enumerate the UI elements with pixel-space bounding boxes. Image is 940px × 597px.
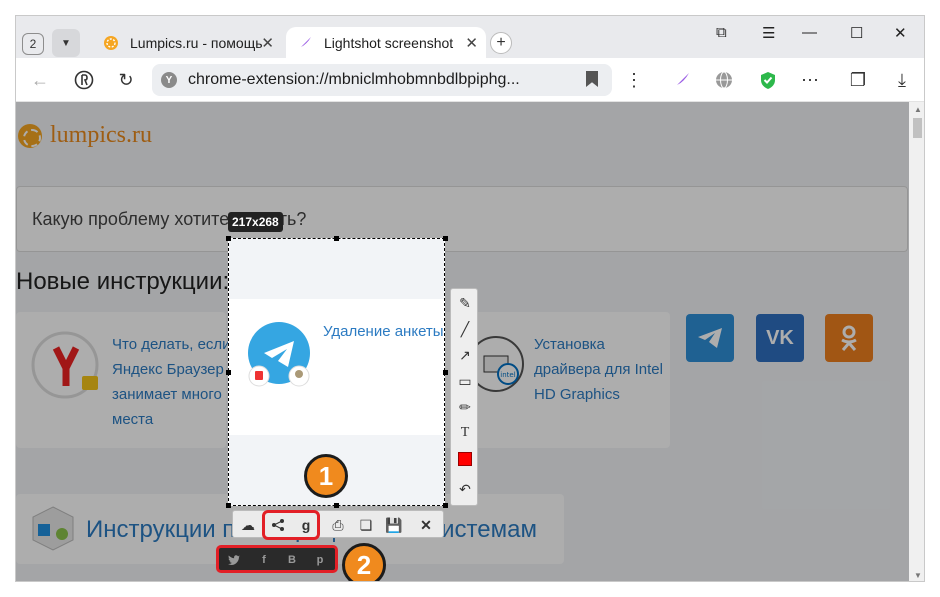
lightshot-extension-icon[interactable] — [670, 68, 694, 92]
resize-handle[interactable] — [334, 503, 339, 508]
twitter-icon[interactable] — [225, 552, 243, 568]
page-content: lumpics.ru Какую проблему хотите решить?… — [16, 102, 909, 581]
marker-icon[interactable]: ✏ — [455, 397, 475, 417]
back-icon[interactable]: ← — [28, 68, 52, 92]
arrow-icon[interactable]: ↗ — [455, 345, 475, 365]
tab-close-icon[interactable]: ✕ — [465, 34, 478, 52]
line-icon[interactable]: ╱ — [455, 319, 475, 339]
pen-icon[interactable]: ✎ — [455, 293, 475, 313]
page-scrollbar[interactable]: ▲ ▼ — [909, 102, 924, 581]
upload-cloud-icon[interactable]: ☁ — [237, 515, 259, 535]
resize-handle[interactable] — [226, 503, 231, 508]
download-icon[interactable]: ⤓ — [890, 68, 914, 92]
annotation-badge-1: 1 — [304, 454, 348, 498]
share-highlight-frame — [262, 510, 320, 540]
new-tab-button[interactable]: + — [490, 32, 512, 54]
article-card-2[interactable]: Удаление анкеты в Дайвинчике в Telegram — [229, 299, 444, 435]
address-bar[interactable]: Y chrome-extension://mbniclmhobmnbdlbpip… — [152, 64, 612, 96]
collections-icon[interactable]: ❐ — [846, 68, 870, 92]
bookmarks-panel-icon[interactable]: ⧉ — [716, 24, 727, 41]
telegram-avatar-icon — [247, 321, 311, 392]
maximize-icon[interactable]: ☐ — [850, 24, 863, 42]
copy-icon[interactable]: ❏ — [355, 515, 377, 535]
color-swatch — [458, 452, 472, 466]
address-text[interactable]: chrome-extension://mbniclmhobmnbdlbpiphg… — [188, 71, 520, 89]
resize-handle[interactable] — [226, 370, 231, 375]
site-info-icon[interactable]: Y — [161, 72, 177, 88]
lumpics-favicon-icon — [102, 34, 120, 52]
resize-handle[interactable] — [226, 236, 231, 241]
color-picker-icon[interactable] — [455, 449, 475, 469]
tab-close-icon[interactable]: ✕ — [261, 34, 274, 52]
close-icon[interactable]: ✕ — [415, 515, 437, 535]
print-icon[interactable]: ⎙ — [327, 515, 349, 535]
tab-menu-button[interactable]: ▼ — [52, 29, 80, 57]
chevron-down-icon: ▼ — [61, 37, 71, 49]
resize-handle[interactable] — [443, 370, 448, 375]
pinterest-icon[interactable]: p — [311, 552, 329, 568]
undo-icon[interactable]: ↶ — [455, 479, 475, 499]
article-title[interactable]: Удаление анкеты в Дайвинчике в Telegram — [323, 319, 444, 344]
save-icon[interactable]: 💾 — [383, 515, 405, 535]
scroll-thumb[interactable] — [913, 118, 922, 138]
scroll-up-icon[interactable]: ▲ — [914, 105, 922, 114]
resize-handle[interactable] — [443, 503, 448, 508]
annotation-badge-2: 2 — [342, 543, 386, 581]
resize-handle[interactable] — [443, 236, 448, 241]
scroll-down-icon[interactable]: ▼ — [914, 571, 922, 580]
tab-title: Lightshot screenshot — [324, 34, 454, 51]
navigation-toolbar: ← ↻ Y chrome-extension://mbniclmhobmnbdl… — [16, 58, 924, 102]
close-window-icon[interactable]: ✕ — [894, 24, 907, 42]
bookmark-icon[interactable] — [586, 71, 598, 87]
text-icon[interactable]: T — [455, 423, 475, 443]
resize-handle[interactable] — [334, 236, 339, 241]
tab-lumpics[interactable]: Lumpics.ru - помощь с ком ✕ — [92, 27, 282, 58]
more-icon[interactable]: ⋮ — [622, 68, 646, 92]
facebook-icon[interactable]: f — [255, 552, 273, 568]
minimize-icon[interactable]: — — [802, 24, 817, 41]
tab-bar: 2 ▼ Lumpics.ru - помощь с ком ✕ Lightsho… — [16, 16, 924, 58]
menu-icon[interactable]: ☰ — [762, 24, 775, 42]
vk-share-icon[interactable]: B — [283, 552, 301, 568]
tab-count-button[interactable]: 2 — [22, 33, 44, 55]
selection-size-label: 217x268 — [228, 212, 283, 232]
reload-icon[interactable]: ↻ — [114, 68, 138, 92]
rectangle-icon[interactable]: ▭ — [455, 371, 475, 391]
share-submenu: f B p — [216, 545, 338, 573]
lightshot-drawing-toolbar: ✎ ╱ ↗ ▭ ✏ T ↶ — [450, 288, 478, 506]
tab-title: Lumpics.ru - помощь с ком — [130, 34, 264, 51]
yandex-icon[interactable] — [72, 68, 96, 92]
browser-window: 2 ▼ Lumpics.ru - помощь с ком ✕ Lightsho… — [15, 15, 925, 582]
lightshot-feather-icon — [296, 34, 314, 52]
tab-lightshot[interactable]: Lightshot screenshot ✕ — [286, 27, 486, 58]
vpn-globe-icon[interactable] — [712, 68, 736, 92]
more-extensions-icon[interactable]: ⋯ — [798, 68, 822, 92]
shield-icon[interactable] — [756, 68, 780, 92]
